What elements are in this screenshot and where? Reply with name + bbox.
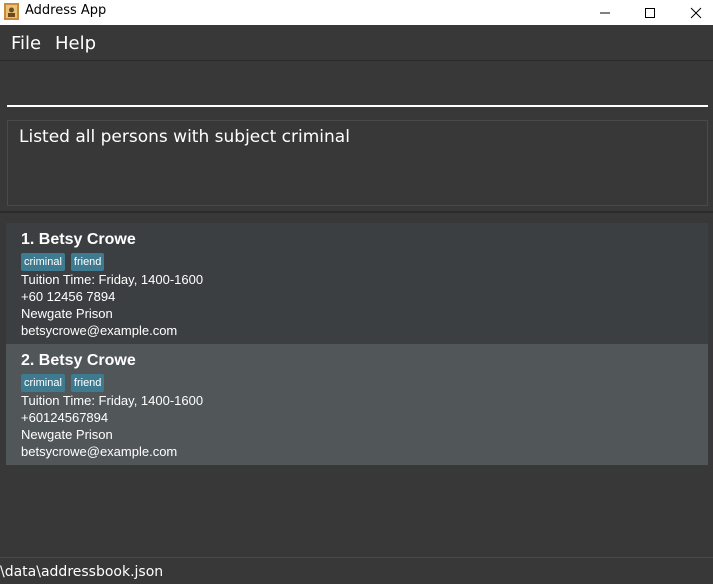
- menu-file[interactable]: File: [11, 33, 41, 54]
- tuition-time: Tuition Time: Friday, 1400-1600: [21, 393, 204, 408]
- person-name: 1. Betsy Crowe: [21, 231, 136, 248]
- menu-bar: File Help: [0, 25, 713, 61]
- result-display: Listed all persons with subject criminal: [7, 120, 708, 206]
- address: Newgate Prison: [21, 427, 113, 442]
- close-button[interactable]: [673, 0, 713, 25]
- status-bar: \data\addressbook.json: [0, 557, 713, 584]
- menu-help[interactable]: Help: [55, 33, 96, 54]
- tag-list: criminal friend: [21, 374, 105, 392]
- result-message: Listed all persons with subject criminal: [19, 127, 350, 147]
- tuition-time: Tuition Time: Friday, 1400-1600: [21, 272, 204, 287]
- tag-list: criminal friend: [21, 253, 105, 271]
- address-book-icon: [4, 3, 19, 20]
- minimize-button[interactable]: [582, 0, 628, 25]
- save-location: \data\addressbook.json: [0, 564, 164, 580]
- phone: +60 12456 7894: [21, 289, 116, 304]
- person-card[interactable]: 1. Betsy Crowe criminal friend Tuition T…: [6, 223, 708, 344]
- person-list[interactable]: 1. Betsy Crowe criminal friend Tuition T…: [6, 223, 708, 465]
- divider: [0, 211, 713, 213]
- person-name: 2. Betsy Crowe: [21, 352, 136, 369]
- phone: +60124567894: [21, 410, 109, 425]
- maximize-button[interactable]: [627, 0, 673, 25]
- command-input[interactable]: [7, 69, 708, 107]
- person-card[interactable]: 2. Betsy Crowe criminal friend Tuition T…: [6, 344, 708, 465]
- tag-badge: criminal: [21, 374, 65, 392]
- maximize-icon: [645, 7, 655, 18]
- tag-badge: criminal: [21, 253, 65, 271]
- email: betsycrowe@example.com: [21, 444, 178, 459]
- command-box: [0, 61, 713, 113]
- window-title: Address App: [25, 3, 107, 18]
- minimize-icon: [600, 12, 610, 13]
- address: Newgate Prison: [21, 306, 113, 321]
- tag-badge: friend: [70, 374, 105, 392]
- tag-badge: friend: [70, 253, 105, 271]
- title-bar: Address App: [0, 0, 713, 25]
- email: betsycrowe@example.com: [21, 323, 178, 338]
- close-icon: [690, 7, 702, 18]
